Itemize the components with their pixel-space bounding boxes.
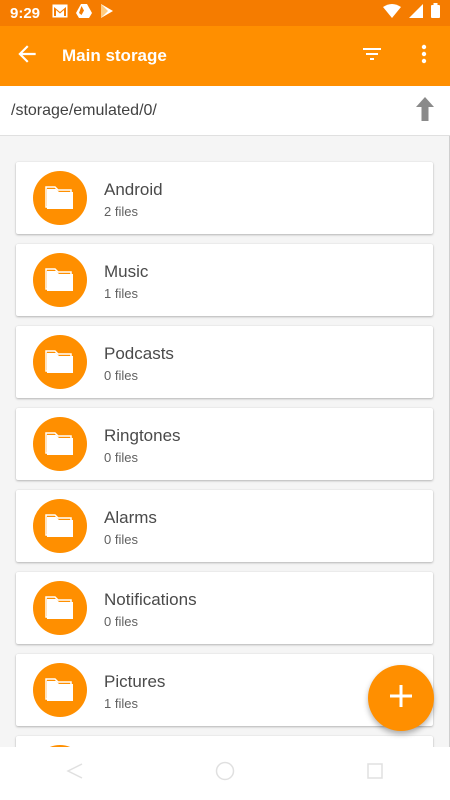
gmail-icon bbox=[52, 4, 68, 23]
add-button[interactable] bbox=[368, 665, 434, 731]
folder-file-count: 0 files bbox=[104, 450, 138, 465]
folder-icon bbox=[33, 581, 87, 635]
page-title: Main storage bbox=[62, 46, 167, 65]
drive-icon bbox=[76, 3, 93, 23]
folder-name: Notifications bbox=[104, 590, 197, 609]
app-bar: Main storage bbox=[0, 26, 450, 86]
folder-icon bbox=[33, 417, 87, 471]
nav-home-icon bbox=[215, 761, 235, 786]
nav-recents-button[interactable] bbox=[355, 754, 395, 794]
more-vert-icon bbox=[412, 42, 436, 71]
navigate-up-button[interactable] bbox=[412, 96, 438, 126]
folder-name: Alarms bbox=[104, 508, 157, 527]
list-item[interactable]: Music 1 files bbox=[16, 244, 433, 316]
back-button[interactable] bbox=[0, 26, 54, 86]
folder-name: Pictures bbox=[104, 672, 166, 691]
overflow-menu-button[interactable] bbox=[398, 26, 450, 86]
signal-icon bbox=[409, 3, 423, 23]
folder-file-count: 1 files bbox=[104, 286, 138, 301]
plus-icon bbox=[388, 683, 414, 714]
folder-list[interactable]: Android 2 files Music 1 files Podcasts 0… bbox=[0, 136, 450, 747]
folder-name: Music bbox=[104, 262, 149, 281]
folder-file-count: 2 files bbox=[104, 204, 138, 219]
play-store-icon bbox=[100, 3, 114, 23]
list-item[interactable]: Android 2 files bbox=[16, 162, 433, 234]
folder-icon bbox=[33, 253, 87, 307]
folder-file-count: 0 files bbox=[104, 368, 138, 383]
folder-file-count: 1 files bbox=[104, 696, 138, 711]
nav-back-button[interactable] bbox=[55, 754, 95, 794]
system-nav-bar bbox=[0, 747, 450, 800]
nav-back-icon bbox=[66, 762, 84, 785]
list-item[interactable]: Podcasts 0 files bbox=[16, 326, 433, 398]
sort-filter-icon bbox=[360, 42, 384, 71]
wifi-icon bbox=[383, 3, 401, 23]
arrow-left-icon bbox=[14, 41, 40, 72]
list-item[interactable] bbox=[16, 736, 433, 747]
folder-icon bbox=[33, 663, 87, 717]
folder-name: Ringtones bbox=[104, 426, 181, 445]
folder-icon bbox=[33, 499, 87, 553]
nav-recents-icon bbox=[366, 762, 384, 785]
folder-file-count: 0 files bbox=[104, 614, 138, 629]
nav-home-button[interactable] bbox=[205, 754, 245, 794]
current-path: /storage/emulated/0/ bbox=[11, 101, 157, 119]
folder-icon bbox=[33, 335, 87, 389]
folder-name: Android bbox=[104, 180, 163, 199]
sort-button[interactable] bbox=[346, 26, 398, 86]
battery-icon bbox=[431, 3, 440, 23]
status-bar: 9:29 bbox=[0, 0, 450, 26]
folder-name: Podcasts bbox=[104, 344, 174, 363]
list-item[interactable]: Notifications 0 files bbox=[16, 572, 433, 644]
status-time: 9:29 bbox=[10, 4, 41, 22]
list-item[interactable]: Ringtones 0 files bbox=[16, 408, 433, 480]
folder-file-count: 0 files bbox=[104, 532, 138, 547]
list-item[interactable]: Alarms 0 files bbox=[16, 490, 433, 562]
path-bar: /storage/emulated/0/ bbox=[0, 86, 450, 136]
folder-icon bbox=[33, 171, 87, 225]
arrow-up-icon bbox=[416, 96, 434, 126]
